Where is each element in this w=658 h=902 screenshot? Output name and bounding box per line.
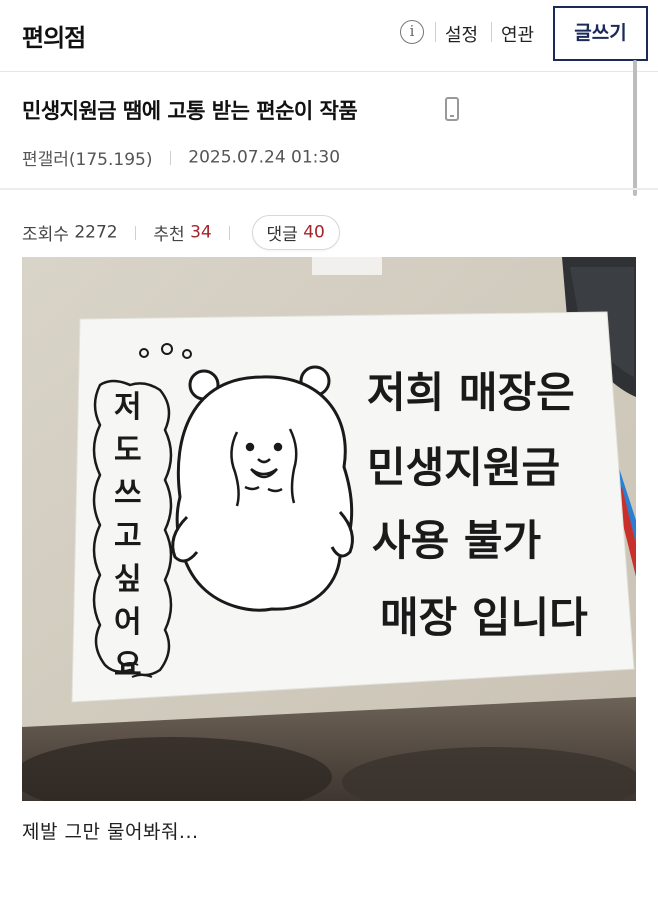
- scrollbar[interactable]: [633, 60, 637, 196]
- related-link[interactable]: 연관: [501, 21, 534, 47]
- sign-side-text: 저 도 쓰 고 싶 어 요: [114, 390, 142, 683]
- sign-line: 저희 매장은: [367, 368, 575, 417]
- side-char: 어: [114, 605, 142, 640]
- comments-label: 댓글: [266, 225, 298, 245]
- comments-count: 40: [303, 222, 325, 243]
- bear-drawing: [171, 365, 354, 612]
- mobile-icon: [445, 97, 459, 121]
- views-label: 조회수: [22, 225, 69, 245]
- divider: [135, 225, 136, 240]
- divider: [491, 22, 492, 42]
- gallery-title[interactable]: 편의점: [22, 18, 86, 53]
- author-name[interactable]: 편갤러(175.195): [22, 150, 152, 170]
- sign-photo: 저 도 쓰 고 싶 어 요 저희 매장은 민생지원금 사용 불가 매장 입니다: [22, 257, 636, 801]
- post-caption: 제발 그만 물어봐줘...: [22, 821, 199, 843]
- sign-line: 사용 불가: [372, 516, 541, 565]
- write-button[interactable]: 글쓰기: [553, 6, 648, 61]
- views-count: 2272: [74, 222, 118, 243]
- divider: [435, 22, 436, 42]
- post-image[interactable]: 저 도 쓰 고 싶 어 요 저희 매장은 민생지원금 사용 불가 매장 입니다: [22, 257, 636, 801]
- divider: [169, 150, 171, 165]
- info-icon[interactable]: i: [400, 20, 424, 44]
- side-char: 고: [114, 519, 142, 554]
- top-bar: 편의점 i 설정 연관 글쓰기: [0, 0, 658, 72]
- side-char: 요: [114, 648, 142, 683]
- post-datetime: 2025.07.24 01:30: [188, 147, 341, 168]
- side-char: 도: [114, 433, 142, 468]
- post-title: 민생지원금 땜에 고통 받는 편순이 작품: [22, 99, 358, 123]
- side-char: 쓰: [114, 476, 142, 511]
- recommend-count: 34: [190, 222, 212, 243]
- recommend-label: 추천: [153, 225, 185, 245]
- comments-button[interactable]: 댓글 40: [251, 215, 340, 250]
- post-meta: 편갤러(175.195) 2025.07.24 01:30: [22, 145, 341, 171]
- section-divider: [0, 188, 658, 190]
- sign-line: 민생지원금: [367, 443, 560, 492]
- sign-line: 매장 입니다: [380, 593, 588, 642]
- settings-link[interactable]: 설정: [445, 21, 478, 47]
- post-stats: 조회수 2272 추천 34 댓글 40: [22, 215, 340, 250]
- side-char: 싶: [114, 562, 142, 597]
- side-char: 저: [114, 390, 142, 425]
- divider: [229, 225, 231, 240]
